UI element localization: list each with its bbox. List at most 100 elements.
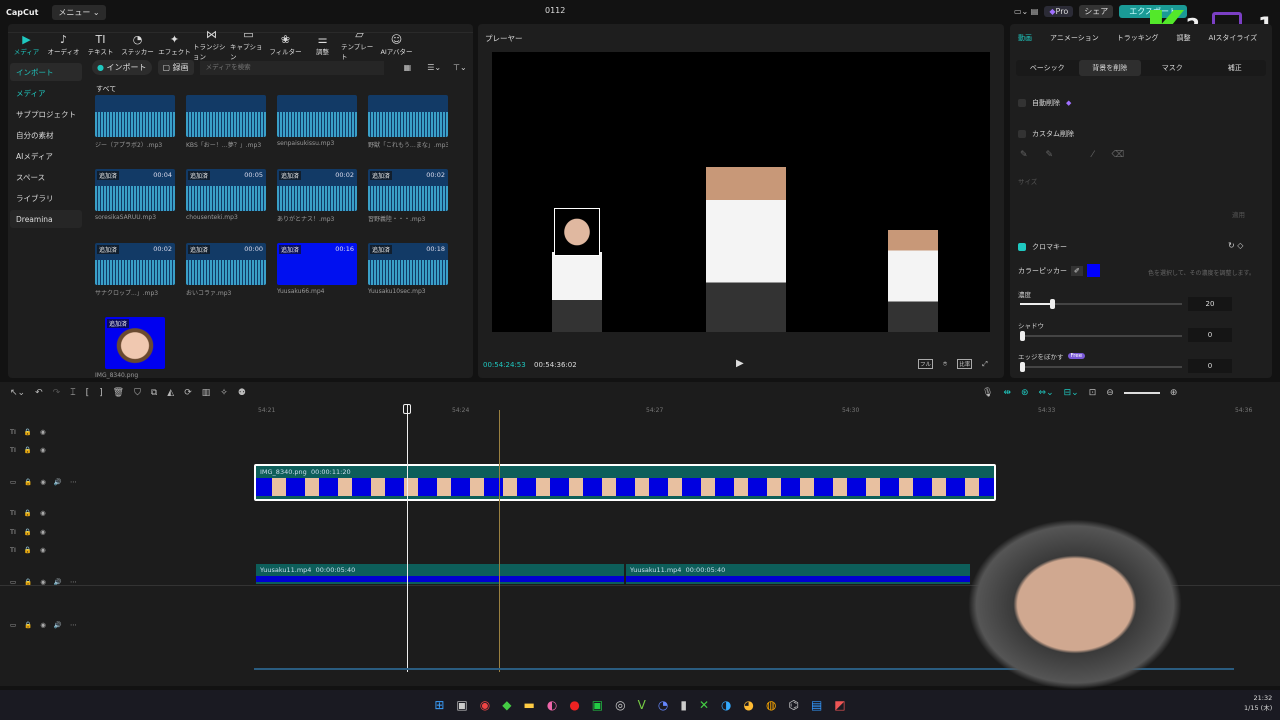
visibility-icon[interactable]: ◉	[40, 546, 46, 554]
feather-value[interactable]: 0	[1188, 359, 1232, 373]
media-item[interactable]: 追加済 00:02 サナクロップ...」.mp3	[95, 243, 175, 297]
delete-icon[interactable]: 🗑	[113, 388, 124, 398]
sidebar-item-5[interactable]: スペース	[10, 168, 82, 186]
rotate-icon[interactable]: ⟳	[184, 388, 192, 398]
app-icon[interactable]: ▮	[680, 698, 687, 712]
layout-icon[interactable]: ▭⌄ ▤	[1014, 7, 1038, 16]
more-icon[interactable]: ⋯	[70, 621, 77, 629]
sidebar-item-7[interactable]: Dreamina	[10, 210, 82, 228]
lock-icon[interactable]: 🔒	[24, 446, 32, 454]
app-icon[interactable]: ▤	[811, 698, 822, 712]
playhead[interactable]	[407, 404, 408, 672]
reset-icon[interactable]: ↻ ◇	[1228, 241, 1243, 250]
taskview-icon[interactable]: ▣	[456, 698, 467, 712]
sidebar-item-0[interactable]: インポート	[10, 63, 82, 81]
audio-icon[interactable]: 🔊	[54, 478, 62, 486]
track-type-icon[interactable]: TI	[10, 446, 16, 454]
filter-icon[interactable]: ⊤⌄	[453, 63, 467, 72]
magic-icon[interactable]: ✧	[220, 388, 228, 398]
chroma-checkbox[interactable]	[1018, 243, 1026, 251]
track-type-icon[interactable]: TI	[10, 428, 16, 436]
tab-effect[interactable]: ✦ エフェクト	[156, 33, 193, 56]
intensity-value[interactable]: 20	[1188, 297, 1232, 311]
lock-icon[interactable]: 🔒	[24, 528, 32, 536]
snapshot-icon[interactable]: ⌾	[943, 360, 947, 369]
media-item[interactable]: 追加済 00:04 soresikaSARUU.mp3	[95, 169, 175, 221]
capcut-icon[interactable]: ⌬	[788, 698, 798, 712]
app-icon[interactable]: ◍	[766, 698, 776, 712]
apply-button[interactable]: 適用	[1232, 209, 1245, 219]
visibility-icon[interactable]: ◉	[40, 446, 46, 454]
tab-ai-avatar[interactable]: ☺ AIアバター	[378, 33, 415, 56]
record-button[interactable]: ▢ 録画	[157, 60, 194, 75]
lock-icon[interactable]: 🔒	[24, 509, 32, 517]
crop-icon[interactable]: ⧉	[151, 388, 157, 398]
menu-button[interactable]: メニュー ⌄	[52, 5, 106, 20]
tab-text[interactable]: TI テキスト	[82, 33, 119, 56]
discord-icon[interactable]: ◔	[658, 698, 668, 712]
tab-caption[interactable]: ▭ キャプション	[230, 28, 267, 61]
ratio-button[interactable]: 比率	[957, 359, 973, 369]
visibility-icon[interactable]: ◉	[40, 428, 46, 436]
media-item[interactable]: senpaisukissu.mp3	[277, 95, 357, 147]
tab-4[interactable]: AIスタイライズ	[1209, 33, 1258, 43]
sidebar-item-2[interactable]: サブプロジェクト	[10, 105, 82, 123]
select-tool-icon[interactable]: ↖⌄	[10, 388, 25, 398]
tab-filter[interactable]: ❀ フィルター	[267, 33, 304, 56]
grid-view-icon[interactable]: ▦	[404, 63, 412, 72]
media-item[interactable]: 追加済 00:00 おいコラァ.mp3	[186, 243, 266, 297]
freeze-icon[interactable]: ▥	[202, 388, 211, 398]
track-type-icon[interactable]: ▭	[10, 478, 16, 486]
xbox-icon[interactable]: ✕	[699, 698, 709, 712]
visibility-icon[interactable]: ◉	[40, 621, 46, 629]
tab-template[interactable]: ▱ テンプレート	[341, 28, 378, 61]
eyedropper-icon[interactable]: ✐	[1071, 265, 1083, 276]
sidebar-item-6[interactable]: ライブラリ	[10, 189, 82, 207]
media-item[interactable]: 追加済 00:05 chousenteki.mp3	[186, 169, 266, 221]
visibility-icon[interactable]: ◉	[40, 509, 46, 517]
zoom-slider[interactable]	[1123, 392, 1160, 394]
import-button[interactable]: ● インポート	[92, 60, 152, 75]
obs-icon[interactable]: ●	[569, 698, 579, 712]
preview-axis-icon[interactable]: ⇔⌄	[1039, 388, 1054, 398]
line-icon[interactable]: ▣	[592, 698, 603, 712]
tab-sticker[interactable]: ◔ ステッカー	[119, 33, 156, 56]
microphone-icon[interactable]: 🎙	[982, 388, 993, 398]
visibility-icon[interactable]: ◉	[40, 478, 46, 486]
track-type-icon[interactable]: ▭	[10, 621, 16, 629]
subtab-3[interactable]: 補正	[1204, 60, 1267, 76]
lock-icon[interactable]: 🔒	[24, 621, 32, 629]
custom-remove-checkbox[interactable]	[1018, 130, 1026, 138]
tab-adjust[interactable]: ⚌ 調整	[304, 33, 341, 56]
track-type-icon[interactable]: TI	[10, 546, 16, 554]
intensity-slider[interactable]	[1020, 299, 1182, 309]
playhead-handle[interactable]	[403, 404, 411, 414]
snap-icon[interactable]: ⊟⌄	[1064, 388, 1079, 398]
track-type-icon[interactable]: TI	[10, 528, 16, 536]
magnet-icon[interactable]: ⊛	[1021, 388, 1029, 398]
media-item[interactable]: 追加済 00:18 Yuusaku10sec.mp3	[368, 243, 448, 295]
tab-1[interactable]: アニメーション	[1050, 33, 1099, 43]
start-icon[interactable]: ⊞	[434, 698, 444, 712]
play-button[interactable]: ▶	[736, 358, 744, 369]
sidebar-item-1[interactable]: メディア	[10, 84, 82, 102]
tab-0[interactable]: 動画	[1018, 33, 1032, 43]
lock-icon[interactable]: 🔒	[24, 478, 32, 486]
zoom-in-icon[interactable]: ⊕	[1170, 388, 1178, 398]
app-icon[interactable]: V	[638, 698, 646, 712]
mirror-icon[interactable]: ◭	[167, 388, 174, 398]
subtab-0[interactable]: ベーシック	[1016, 60, 1079, 76]
tab-media[interactable]: ▶ メディア	[8, 33, 45, 56]
link-icon[interactable]: ⇹	[1003, 388, 1011, 398]
split-right-icon[interactable]: ]	[99, 388, 103, 398]
media-item[interactable]: 追加済 IMG_8340.png	[95, 317, 175, 379]
zoom-out-icon[interactable]: ⊖	[1106, 388, 1114, 398]
visibility-icon[interactable]: ◉	[40, 528, 46, 536]
full-quality-button[interactable]: フル	[918, 359, 934, 369]
lock-icon[interactable]: 🔒	[24, 546, 32, 554]
clip-yuusaku-1[interactable]: Yuusaku11.mp4 00:00:05:40	[256, 564, 624, 584]
media-item[interactable]: 追加済 00:02 習野義陸・・・.mp3	[368, 169, 448, 223]
pro-button[interactable]: ◆Pro	[1044, 6, 1074, 17]
marker-icon[interactable]: ⛉	[134, 388, 141, 398]
shadow-slider[interactable]	[1020, 331, 1182, 341]
